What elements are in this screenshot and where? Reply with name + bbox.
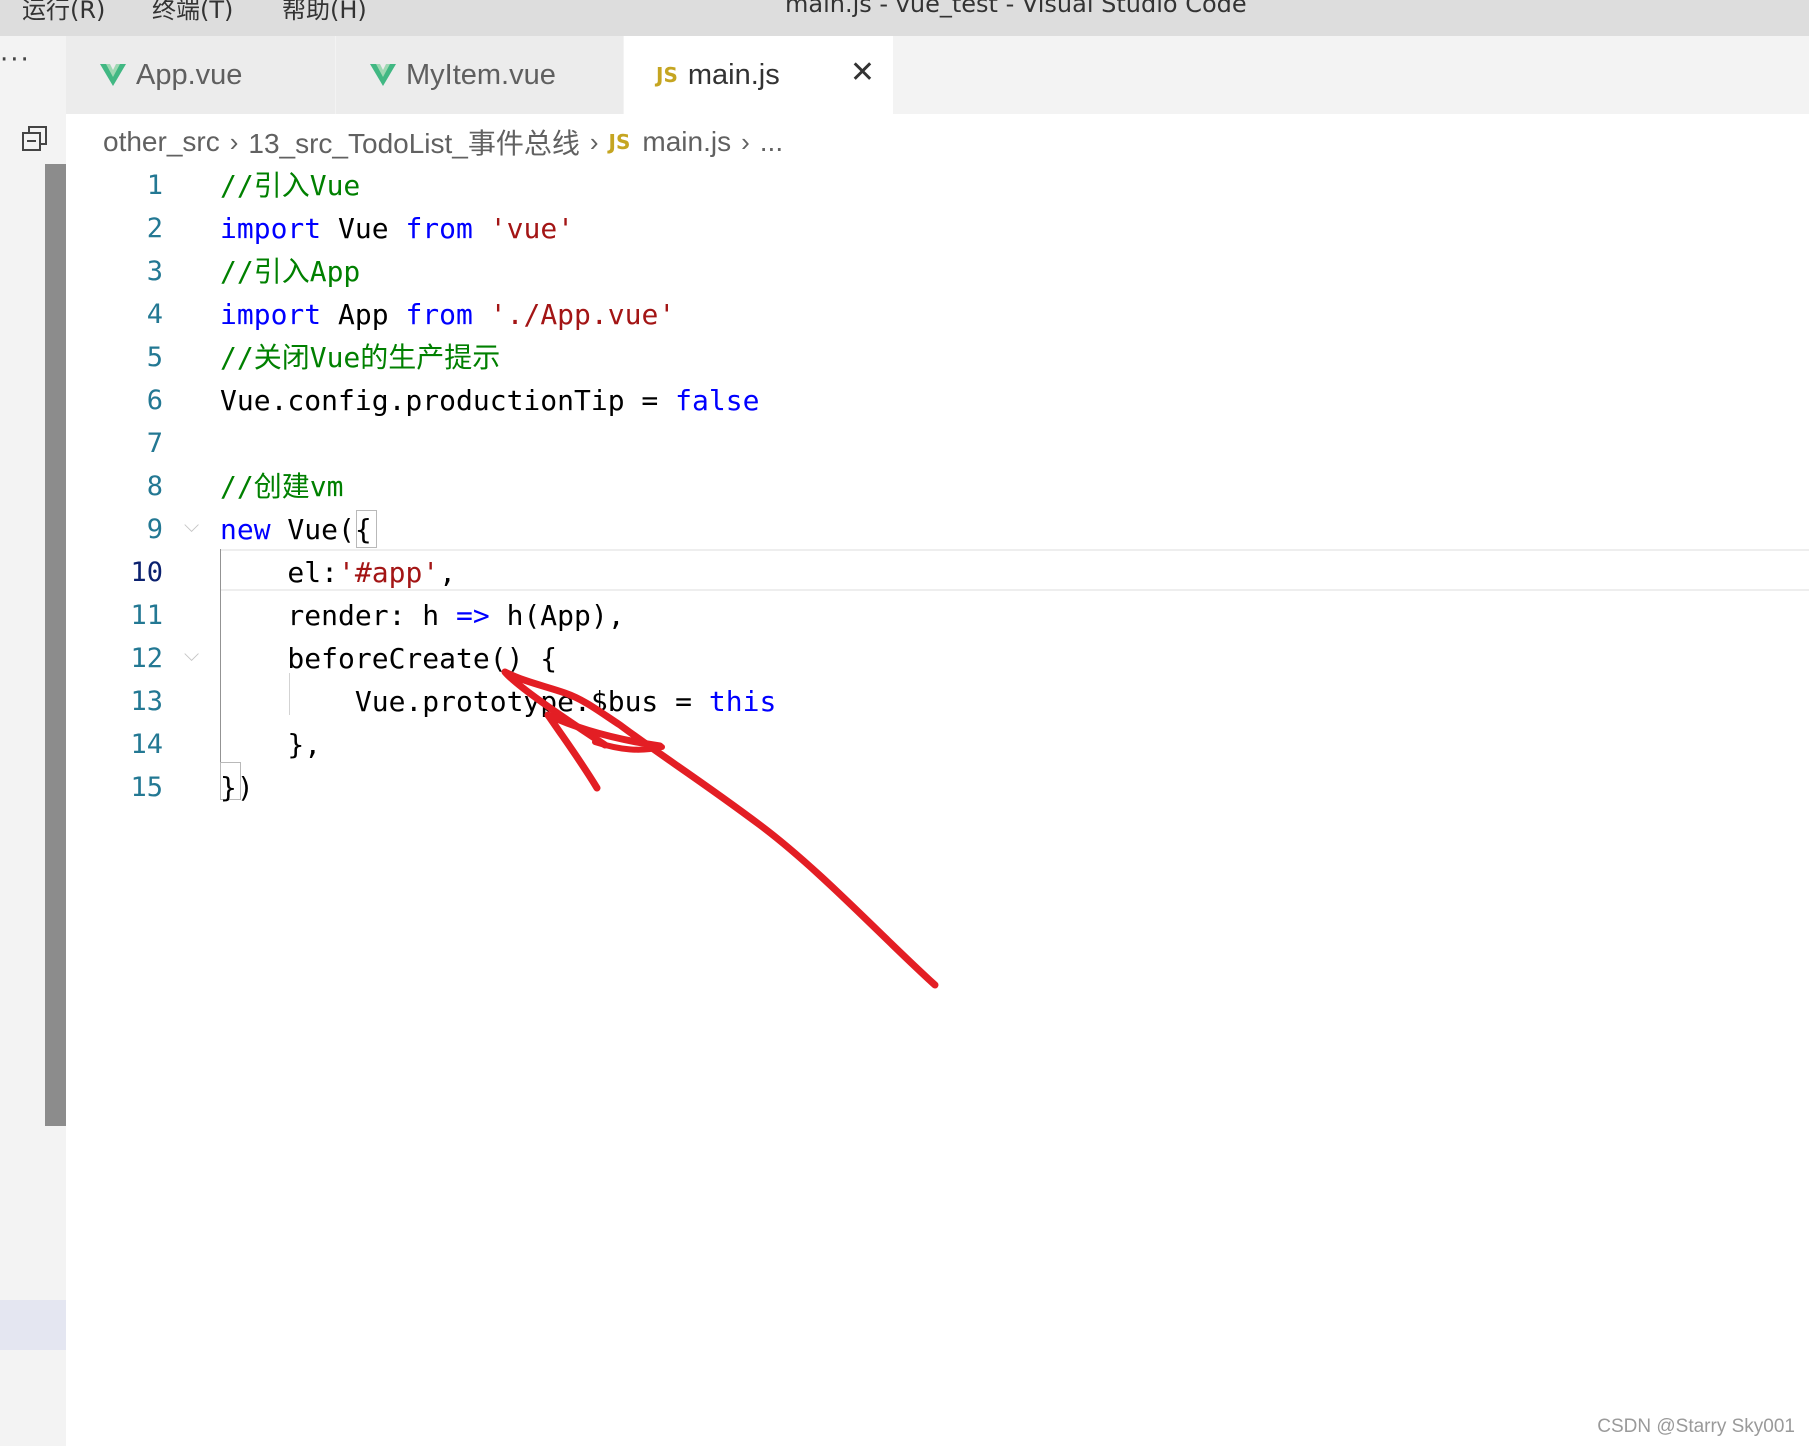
red-arrow-annotation: [501, 668, 939, 989]
watermark: CSDN @Starry Sky001: [1597, 1416, 1795, 1437]
